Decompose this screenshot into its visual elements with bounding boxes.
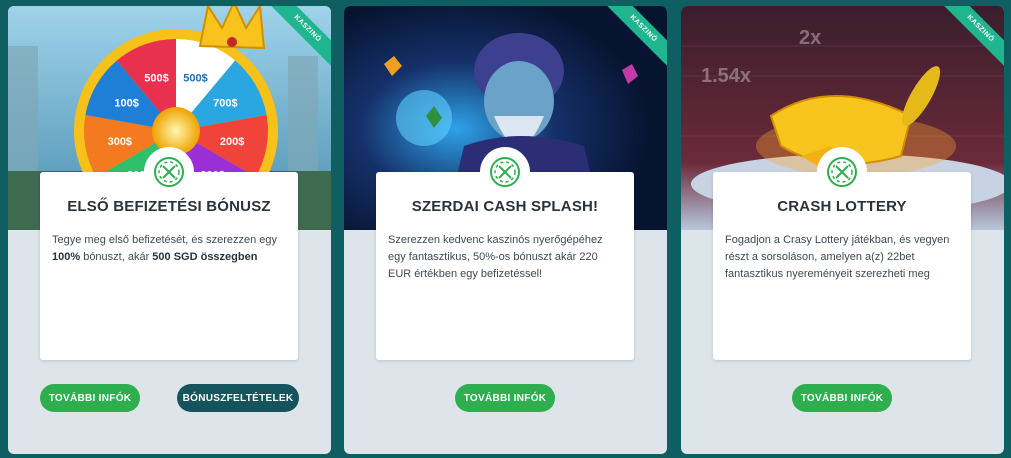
promo-card-first-deposit: 500$700$200$800$100$800$300$100$500$ KAS…: [8, 6, 331, 454]
promo-description: Szerezzen kedvenc kaszinós nyerőgépéhez …: [388, 234, 603, 280]
wheel-segment-label: 300$: [108, 136, 132, 148]
multiplier-label: 1.54x: [701, 65, 751, 87]
wheel-segment-label: 700$: [213, 97, 237, 109]
casino-chip-icon: [144, 147, 194, 197]
promo-description: Fogadjon a Crasy Lottery játékban, és ve…: [725, 234, 950, 280]
casino-chip-icon: [480, 147, 530, 197]
promo-title: CRASH LOTTERY: [777, 198, 907, 215]
promo-title: SZERDAI CASH SPLASH!: [411, 198, 599, 215]
more-info-button[interactable]: TOVÁBBI INFÓK: [40, 384, 140, 412]
more-info-button[interactable]: TOVÁBBI INFÓK: [792, 384, 892, 412]
promo-description: Tegye meg első befizetését, és szerezzen…: [52, 234, 278, 263]
promo-panel: CRASH LOTTERY Fogadjon a Crasy Lottery j…: [713, 147, 971, 360]
more-info-button[interactable]: TOVÁBBI INFÓK: [455, 384, 555, 412]
promo-card-crash-lottery: 2x 1.54x KASZINÓ CRASH LOTTERY Fogadjon …: [681, 6, 1004, 454]
promo-card-wednesday-cash-splash: KASZINÓ SZERDAI CASH SPLASH! Szerezzen k…: [344, 6, 667, 454]
promo-panel: ELSŐ BEFIZETÉSI BÓNUSZ Tegye meg első be…: [40, 147, 298, 360]
promo-panel: SZERDAI CASH SPLASH! Szerezzen kedvenc k…: [376, 147, 634, 360]
wheel-segment-label: 500$: [183, 72, 207, 84]
wheel-segment-label: 100$: [114, 97, 138, 109]
bonus-terms-button[interactable]: BÓNUSZFELTÉTELEK: [177, 384, 299, 412]
casino-chip-icon: [817, 147, 867, 197]
wheel-segment-label: 200$: [220, 136, 244, 148]
wheel-segment-label: 500$: [144, 72, 168, 84]
multiplier-label: 2x: [799, 27, 821, 49]
promo-title: ELSŐ BEFIZETÉSI BÓNUSZ: [67, 198, 271, 215]
